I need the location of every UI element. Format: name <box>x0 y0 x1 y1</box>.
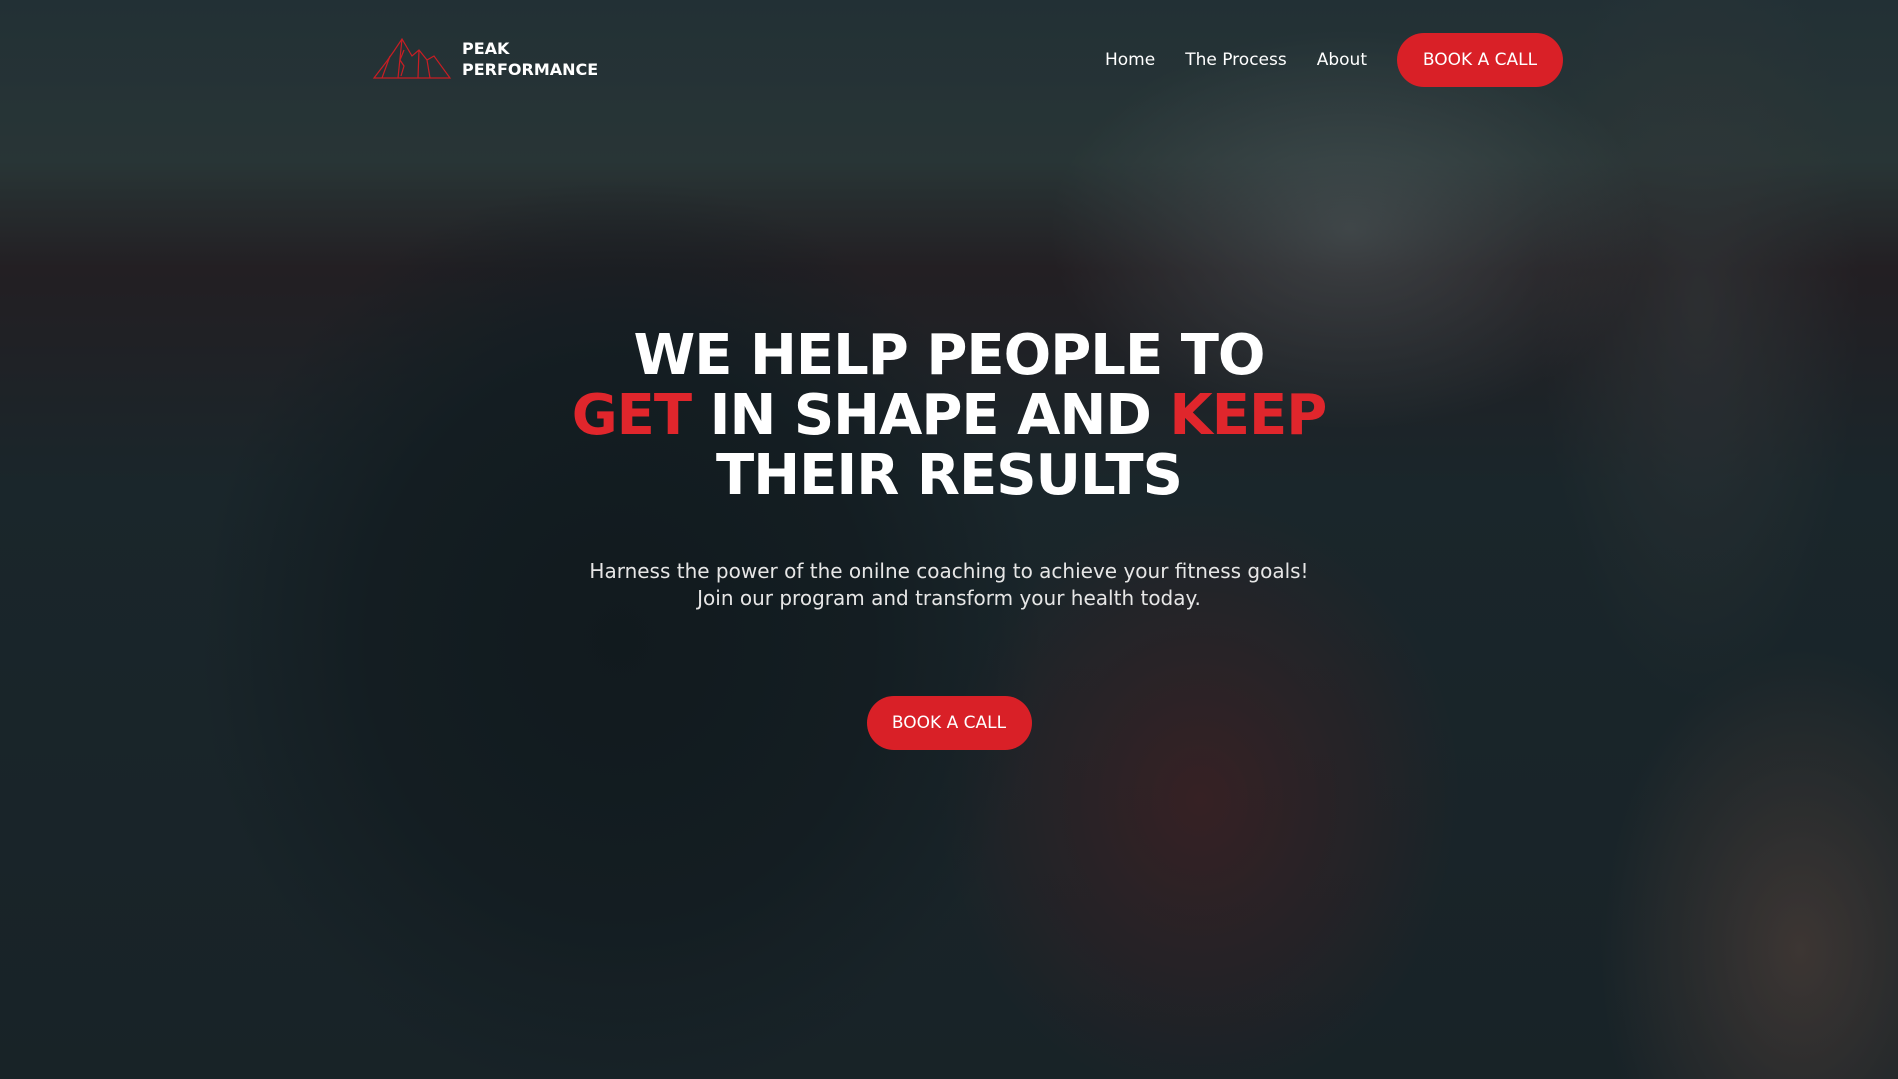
brand-name-line1: PEAK <box>462 39 510 58</box>
headline-text: WE HELP PEOPLE TO <box>633 323 1265 388</box>
hero-book-a-call-button[interactable]: BOOK A CALL <box>866 696 1032 750</box>
mountain-logo-icon <box>372 37 452 79</box>
hero-headline: WE HELP PEOPLE TO GET IN SHAPE AND KEEP … <box>569 326 1329 506</box>
nav-home[interactable]: Home <box>1105 50 1155 70</box>
hero-subtitle: Harness the power of the onilne coaching… <box>589 559 1309 610</box>
nav-book-a-call-button[interactable]: BOOK A CALL <box>1396 33 1563 87</box>
headline-highlight-keep: KEEP <box>1169 383 1327 448</box>
brand-name: PEAK PERFORMANCE <box>462 38 598 80</box>
headline-highlight-get: GET <box>571 383 692 448</box>
headline-text: THEIR RESULTS <box>716 443 1183 508</box>
logo[interactable]: PEAK PERFORMANCE <box>372 36 598 82</box>
brand-name-line2: PERFORMANCE <box>462 60 599 79</box>
hero-section: WE HELP PEOPLE TO GET IN SHAPE AND KEEP … <box>0 326 1898 750</box>
main-nav: Home The Process About BOOK A CALL <box>1090 33 1563 87</box>
headline-text: IN SHAPE AND <box>691 383 1170 448</box>
nav-the-process[interactable]: The Process <box>1185 50 1287 70</box>
nav-about[interactable]: About <box>1317 50 1367 70</box>
